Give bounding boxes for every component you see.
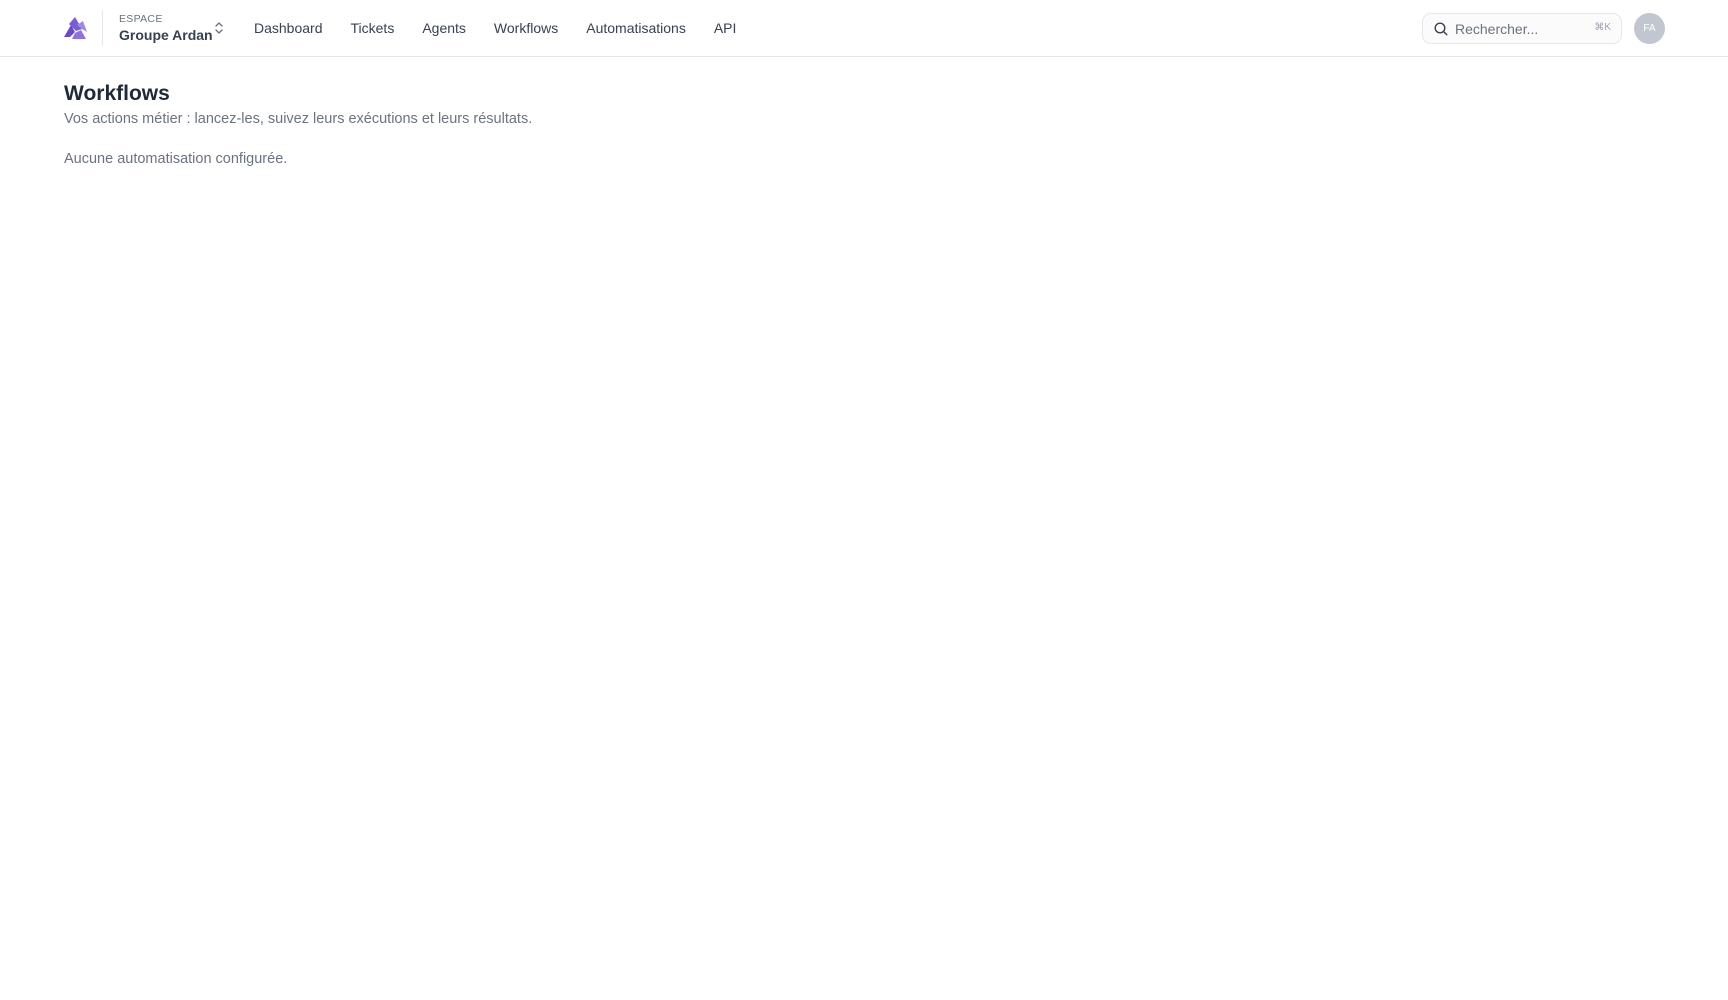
- empty-state-message: Aucune automatisation configurée.: [64, 151, 288, 167]
- nav-item-api[interactable]: API: [714, 20, 737, 36]
- nav-item-tickets[interactable]: Tickets: [351, 20, 395, 36]
- top-navigation-bar: ESPACE Groupe Ardan Dashboard Tickets Ag…: [0, 0, 1728, 57]
- search-icon: [1434, 22, 1448, 36]
- nav-item-workflows[interactable]: Workflows: [494, 20, 558, 36]
- page-title: Workflows: [64, 82, 170, 105]
- nav-item-agents[interactable]: Agents: [422, 20, 466, 36]
- search-box[interactable]: ⌘K: [1422, 13, 1622, 44]
- chevron-up-down-icon: [215, 22, 223, 34]
- header-divider: [102, 10, 103, 46]
- nav-item-automatisations[interactable]: Automatisations: [586, 20, 686, 36]
- user-avatar[interactable]: FA: [1634, 13, 1665, 44]
- workspace-name: Groupe Ardan: [119, 27, 213, 43]
- search-shortcut-hint: ⌘K: [1594, 22, 1611, 33]
- workspace-switcher[interactable]: ESPACE Groupe Ardan: [118, 12, 230, 46]
- search-input[interactable]: [1455, 19, 1585, 39]
- workspace-kicker: ESPACE: [119, 13, 163, 25]
- main-nav: Dashboard Tickets Agents Workflows Autom…: [254, 0, 764, 56]
- nav-item-dashboard[interactable]: Dashboard: [254, 20, 323, 36]
- page-subtitle: Vos actions métier : lancez-les, suivez …: [64, 111, 533, 127]
- brand-logo-icon[interactable]: [62, 15, 88, 41]
